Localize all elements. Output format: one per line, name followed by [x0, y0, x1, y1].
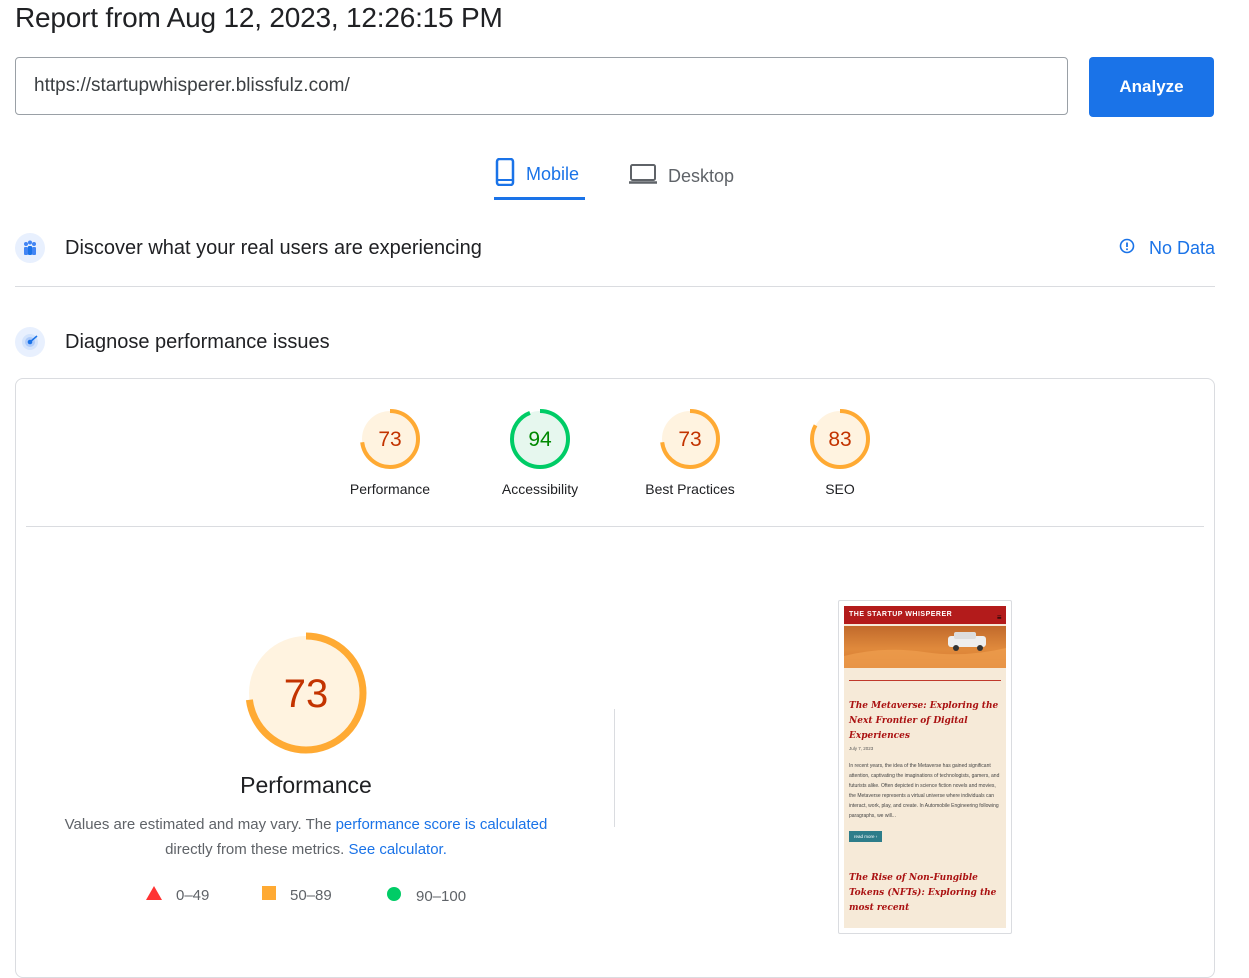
see-calculator-link[interactable]: See calculator.	[348, 841, 446, 858]
gauge-label: SEO	[825, 481, 855, 497]
vertical-divider	[614, 709, 615, 827]
gauge-ring: 83	[810, 409, 870, 469]
gauge-ring: 73	[360, 409, 420, 469]
tab-desktop-label: Desktop	[668, 165, 735, 186]
screenshot-post-date: July 7, 2023	[849, 746, 874, 751]
gauge-score: 73	[378, 428, 401, 451]
field-data-row: Discover what your real users are experi…	[15, 233, 1215, 263]
laptop-icon	[628, 163, 658, 190]
performance-gauge-large: 73	[244, 631, 368, 760]
tab-mobile-label: Mobile	[526, 164, 580, 184]
legend-pass-label: 90–100	[416, 887, 467, 905]
screenshot-next-title: The Rise of Non-Fungible Tokens (NFTs): …	[849, 873, 997, 913]
phone-icon	[494, 157, 516, 191]
score-gauge[interactable]: 73 Performance	[315, 407, 465, 497]
gauge-ring: 94	[510, 409, 570, 469]
diagnose-row: Diagnose performance issues	[15, 327, 1215, 357]
gauge-score: 94	[528, 428, 552, 451]
screenshot-post-title: The Metaverse: Exploring the Next Fronti…	[849, 701, 999, 741]
page-screenshot: THE STARTUP WHISPERER ≡ The Metaverse: E…	[838, 600, 1012, 934]
tab-desktop[interactable]: Desktop	[628, 152, 734, 200]
legend-fail-label: 0–49	[176, 886, 210, 904]
report-card: 73 Performance 94 Accessibility 73 Best …	[15, 378, 1215, 978]
gauge-label: Accessibility	[501, 481, 579, 497]
section-divider	[15, 286, 1215, 287]
field-data-heading: Discover what your real users are experi…	[65, 236, 482, 259]
triangle-icon	[146, 886, 162, 904]
analyze-button[interactable]: Analyze	[1089, 57, 1214, 117]
users-icon	[15, 233, 45, 263]
url-input[interactable]	[15, 57, 1068, 115]
gauge-score: 73	[678, 428, 701, 451]
hamburger-icon: ≡	[996, 613, 1002, 622]
square-icon	[262, 886, 276, 904]
gauge-ring: 73	[660, 409, 720, 469]
screenshot-hero-image	[844, 626, 1006, 668]
performance-score-large: 73	[284, 672, 329, 716]
gauge-label: Performance	[349, 481, 431, 497]
legend-fail: 0–49	[146, 886, 209, 904]
score-calculated-link[interactable]: performance score is calculated	[336, 816, 548, 833]
gauge-score: 83	[828, 428, 851, 451]
legend-average-label: 50–89	[290, 886, 332, 904]
legend-pass: 90–100	[386, 886, 466, 906]
score-gauge[interactable]: 94 Accessibility	[465, 407, 615, 497]
screenshot-site-header: THE STARTUP WHISPERER ≡	[844, 606, 1006, 624]
no-data-label: No Data	[1148, 237, 1215, 258]
screenshot-read-more: read more ›	[849, 831, 883, 842]
circle-icon	[386, 886, 402, 906]
report-title: Report from Aug 12, 2023, 12:26:15 PM	[15, 2, 503, 33]
card-divider	[26, 526, 1204, 527]
performance-description: Values are estimated and may vary. The p…	[64, 816, 548, 858]
gauge-label: Best Practices	[645, 481, 735, 497]
info-icon	[1119, 238, 1135, 259]
screenshot-post-excerpt: In recent years, the idea of the Metaver…	[849, 763, 1000, 819]
tab-mobile[interactable]: Mobile	[494, 152, 585, 200]
score-gauge[interactable]: 83 SEO	[765, 407, 915, 497]
no-data-link[interactable]: No Data	[1119, 238, 1215, 259]
score-gauge[interactable]: 73 Best Practices	[615, 407, 765, 497]
performance-title: Performance	[240, 772, 372, 798]
legend-average: 50–89	[262, 886, 332, 904]
diagnose-icon	[15, 327, 45, 357]
diagnose-heading: Diagnose performance issues	[65, 330, 330, 353]
